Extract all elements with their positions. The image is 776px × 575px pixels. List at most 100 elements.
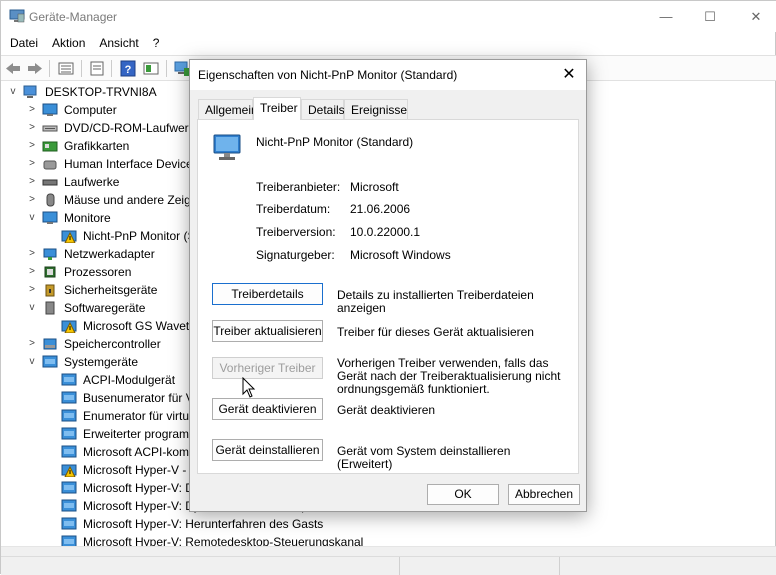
toolbar-separator bbox=[81, 60, 82, 77]
uninstall-device-button[interactable]: Gerät deinstallieren bbox=[212, 439, 323, 461]
tree-item-label: Sicherheitsgeräte bbox=[64, 283, 158, 297]
collapse-chevron-icon[interactable]: v bbox=[26, 209, 38, 227]
expand-chevron-icon[interactable]: > bbox=[26, 173, 38, 191]
properties-dialog: Eigenschaften von Nicht-PnP Monitor (Sta… bbox=[189, 59, 587, 512]
menu-bar: Datei Aktion Ansicht ? bbox=[1, 32, 776, 54]
minimize-button[interactable]: — bbox=[643, 1, 689, 32]
tree-device[interactable]: Microsoft Hyper-V: Herunterfahren des Ga… bbox=[1, 515, 776, 533]
drive-icon bbox=[42, 125, 58, 132]
update-driver-icon[interactable] bbox=[142, 60, 160, 77]
storage-icon bbox=[43, 338, 57, 350]
expand-chevron-icon[interactable]: > bbox=[26, 155, 38, 173]
title-bar: Geräte-Manager — ☐ ✕ bbox=[1, 1, 776, 32]
menu-datei[interactable]: Datei bbox=[5, 32, 43, 54]
monitor-icon bbox=[42, 103, 58, 116]
collapse-chevron-icon[interactable]: v bbox=[7, 83, 19, 101]
tree-item-label: Grafikkarten bbox=[64, 139, 130, 153]
close-button[interactable]: ✕ bbox=[733, 1, 776, 32]
tree-item-label: Microsoft Hyper-V: Herunterfahren des Ga… bbox=[83, 517, 324, 531]
help-icon[interactable]: ? bbox=[119, 60, 137, 77]
driver-date-label: Treiberdatum: bbox=[256, 202, 331, 216]
back-icon[interactable] bbox=[4, 60, 22, 77]
toolbar-separator bbox=[111, 60, 112, 77]
properties-icon[interactable] bbox=[88, 60, 106, 77]
warning-icon bbox=[61, 320, 77, 333]
tab-allgemein[interactable]: Allgemein bbox=[198, 99, 258, 119]
network-icon bbox=[43, 248, 57, 260]
disk-icon bbox=[42, 179, 58, 186]
collapse-chevron-icon[interactable]: v bbox=[26, 353, 38, 371]
system-icon bbox=[61, 427, 77, 440]
device-manager-app-icon bbox=[9, 9, 25, 23]
expand-chevron-icon[interactable]: > bbox=[26, 191, 38, 209]
window-title: Geräte-Manager bbox=[29, 10, 118, 24]
expand-chevron-icon[interactable]: > bbox=[26, 101, 38, 119]
dialog-title: Eigenschaften von Nicht-PnP Monitor (Sta… bbox=[198, 68, 458, 82]
driver-details-desc: Details zu installierten Treiberdateien … bbox=[337, 288, 534, 315]
driver-tab-panel: Nicht-PnP Monitor (Standard) Treiberanbi… bbox=[197, 119, 579, 474]
display-adapter-icon bbox=[42, 141, 58, 152]
driver-details-button[interactable]: Treiberdetails bbox=[212, 283, 323, 305]
system-icon bbox=[61, 373, 77, 386]
system-icon bbox=[61, 535, 77, 546]
tree-item-label: Microsoft Hyper-V: Remotedesktop-Steueru… bbox=[83, 535, 364, 546]
horizontal-scrollbar[interactable] bbox=[1, 546, 776, 556]
disable-device-desc: Gerät deaktivieren bbox=[337, 403, 436, 417]
tree-item-label: Human Interface Devices bbox=[64, 157, 199, 171]
system-icon bbox=[61, 391, 77, 404]
toolbar-separator bbox=[166, 60, 167, 77]
update-driver-desc: Treiber für dieses Gerät aktualisieren bbox=[337, 325, 534, 339]
digital-signer-value: Microsoft Windows bbox=[350, 248, 451, 262]
update-driver-button[interactable]: Treiber aktualisieren bbox=[212, 320, 323, 342]
expand-chevron-icon[interactable]: > bbox=[26, 137, 38, 155]
computer-icon bbox=[23, 85, 37, 98]
expand-chevron-icon[interactable]: > bbox=[26, 119, 38, 137]
rollback-driver-button[interactable]: Vorheriger Treiber bbox=[212, 357, 323, 379]
driver-version-label: Treiberversion: bbox=[256, 225, 336, 239]
digital-signer-label: Signaturgeber: bbox=[256, 248, 335, 262]
tree-item-label: Computer bbox=[64, 103, 117, 117]
mouse-cursor-icon bbox=[242, 377, 256, 398]
menu-ansicht[interactable]: Ansicht bbox=[94, 32, 143, 54]
system-icon bbox=[61, 409, 77, 422]
uninstall-device-desc: Gerät vom System deinstallieren (Erweite… bbox=[337, 444, 511, 471]
device-name: Nicht-PnP Monitor (Standard) bbox=[256, 135, 414, 149]
system-icon bbox=[61, 517, 77, 530]
tree-item-label: Laufwerke bbox=[64, 175, 120, 189]
maximize-button[interactable]: ☐ bbox=[687, 1, 733, 32]
dialog-title-bar: Eigenschaften von Nicht-PnP Monitor (Sta… bbox=[190, 60, 586, 90]
view-icon[interactable] bbox=[57, 60, 75, 77]
tab-ereignisse[interactable]: Ereignisse bbox=[344, 99, 408, 119]
expand-chevron-icon[interactable]: > bbox=[26, 281, 38, 299]
tree-item-label: DESKTOP-TRVNI8A bbox=[45, 85, 157, 99]
tree-item-label: Speichercontroller bbox=[64, 337, 161, 351]
tree-item-label: DVD/CD-ROM-Laufwerke bbox=[64, 121, 202, 135]
menu-help[interactable]: ? bbox=[148, 32, 165, 54]
system-icon bbox=[61, 481, 77, 494]
monitor-icon bbox=[42, 211, 58, 224]
tree-item-label: Prozessoren bbox=[64, 265, 132, 279]
forward-icon[interactable] bbox=[26, 60, 44, 77]
expand-chevron-icon[interactable]: > bbox=[26, 263, 38, 281]
status-segment bbox=[559, 557, 560, 575]
status-bar bbox=[1, 556, 776, 575]
cancel-button[interactable]: Abbrechen bbox=[508, 484, 580, 505]
warning-icon bbox=[61, 230, 77, 243]
tab-details[interactable]: Details bbox=[301, 99, 345, 119]
disable-device-button[interactable]: Gerät deaktivieren bbox=[212, 398, 323, 420]
collapse-chevron-icon[interactable]: v bbox=[26, 299, 38, 317]
dialog-close-button[interactable]: ✕ bbox=[558, 64, 580, 86]
menu-aktion[interactable]: Aktion bbox=[47, 32, 90, 54]
toolbar-separator bbox=[49, 60, 50, 77]
driver-provider-value: Microsoft bbox=[350, 180, 399, 194]
ok-button[interactable]: OK bbox=[427, 484, 499, 505]
tab-treiber[interactable]: Treiber bbox=[253, 97, 301, 120]
tree-item-label: Monitore bbox=[64, 211, 111, 225]
expand-chevron-icon[interactable]: > bbox=[26, 245, 38, 263]
tree-item-label: Netzwerkadapter bbox=[64, 247, 155, 261]
expand-chevron-icon[interactable]: > bbox=[26, 335, 38, 353]
hid-icon bbox=[43, 160, 57, 170]
tree-device[interactable]: Microsoft Hyper-V: Remotedesktop-Steueru… bbox=[1, 533, 776, 546]
mouse-icon bbox=[46, 193, 55, 207]
monitor-icon bbox=[213, 134, 241, 160]
